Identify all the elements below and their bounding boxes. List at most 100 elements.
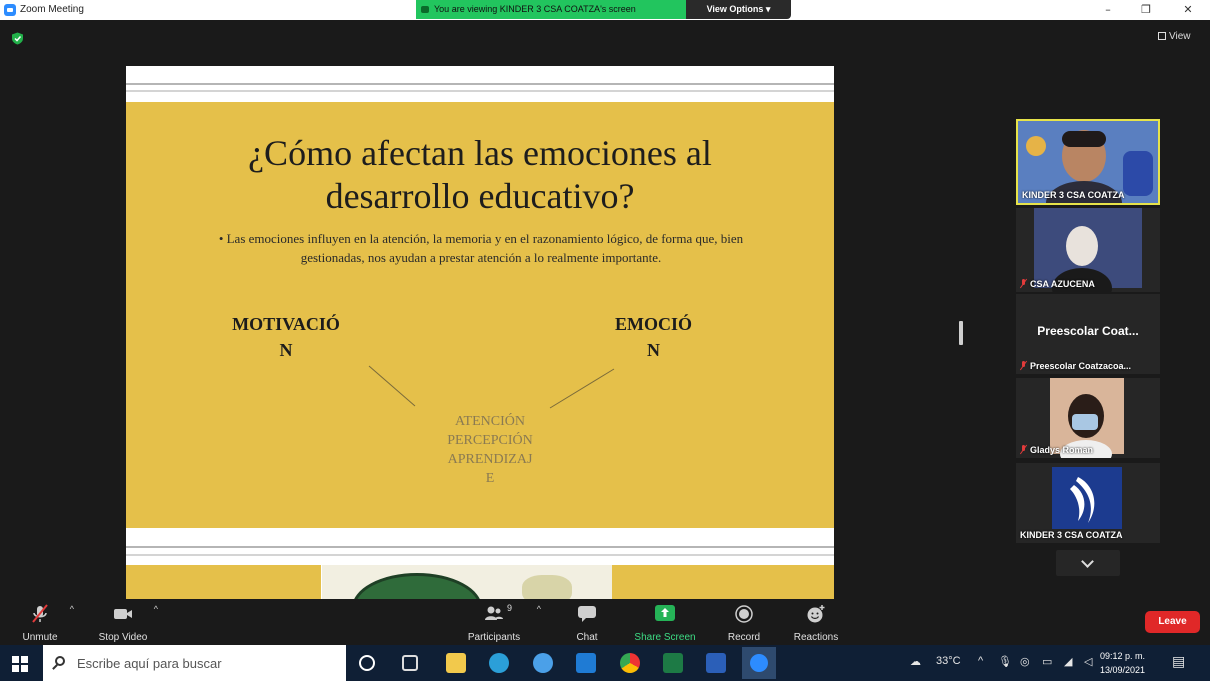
participant-name-text: Preescolar Coatzacoa...	[1030, 361, 1132, 371]
chevron-up-icon[interactable]: ^	[154, 604, 158, 614]
share-screen-icon	[655, 605, 675, 621]
participant-name: KINDER 3 CSA COATZA	[1022, 190, 1125, 200]
grid-view-icon	[1158, 32, 1166, 40]
view-options-button[interactable]: View Options ▾	[686, 0, 791, 19]
participant-name: Preescolar Coatzacoa...	[1020, 361, 1131, 371]
search-placeholder: Escribe aquí para buscar	[77, 656, 222, 671]
viewing-screen-text: You are viewing KINDER 3 CSA COATZA's sc…	[434, 4, 636, 14]
zoom-meeting-screen: Zoom Meeting – ❐ ✕ You are viewing KINDE…	[0, 0, 1210, 681]
participant-name: KINDER 3 CSA COATZA	[1020, 530, 1123, 540]
zoom-taskbar-icon[interactable]	[742, 647, 776, 679]
participant-display-name: Preescolar Coat...	[1037, 324, 1139, 338]
share-screen-button[interactable]: Share Screen	[634, 600, 696, 643]
notifications-icon[interactable]: ▤	[1172, 653, 1185, 670]
resize-handle[interactable]	[959, 321, 963, 345]
mail-icon[interactable]	[576, 653, 596, 673]
wifi-icon[interactable]: ◢	[1064, 655, 1072, 668]
file-explorer-icon[interactable]	[446, 653, 466, 673]
view-label: View	[1169, 31, 1191, 42]
chat-label: Chat	[576, 632, 598, 643]
location-icon[interactable]: ◎	[1020, 655, 1030, 668]
word-icon[interactable]	[706, 653, 726, 673]
windows-start-icon[interactable]	[12, 656, 28, 672]
shield-icon[interactable]	[11, 32, 24, 45]
temperature[interactable]: 33°C	[936, 655, 961, 667]
taskbar-search-box[interactable]: Escribe aquí para buscar	[43, 645, 346, 681]
connector-lines	[368, 365, 615, 409]
chat-bubble-icon	[578, 606, 596, 622]
windows-taskbar: Escribe aquí para buscar ☁ 33°C ^ 🎙 ◎ ▭ …	[0, 645, 1210, 681]
record-button[interactable]: Record	[726, 600, 762, 643]
slide-divider	[126, 546, 834, 548]
center-concepts: ATENCIÓN PERCEPCIÓN APRENDIZAJ E	[430, 412, 550, 488]
mic-muted-icon	[1020, 445, 1027, 454]
unmute-label: Unmute	[22, 632, 58, 643]
weather-icon[interactable]: ☁	[910, 655, 921, 668]
illustration-shape	[352, 573, 482, 599]
chevron-up-icon[interactable]: ^	[70, 604, 74, 614]
edge-browser-icon[interactable]	[489, 653, 509, 673]
close-icon[interactable]: ✕	[1176, 2, 1200, 18]
connector-line-right	[549, 368, 615, 409]
chrome-icon[interactable]	[620, 653, 640, 673]
task-view-icon[interactable]	[402, 655, 418, 671]
search-icon	[55, 656, 65, 666]
microphone-muted-icon	[32, 604, 48, 623]
chevron-up-icon[interactable]: ^	[537, 604, 541, 614]
maximize-icon[interactable]: ❐	[1134, 2, 1158, 18]
mic-muted-icon	[1020, 279, 1027, 288]
next-slide-image	[322, 565, 612, 599]
participant-name-text: Gladys Roman	[1030, 445, 1094, 455]
participant-tile[interactable]: KINDER 3 CSA COATZA	[1016, 463, 1160, 543]
smiley-icon	[807, 605, 825, 623]
unmute-button[interactable]: Unmute ^	[18, 600, 74, 643]
minimize-icon[interactable]: –	[1096, 2, 1120, 18]
center-line: ATENCIÓN	[455, 414, 525, 429]
zoom-app-icon	[4, 4, 16, 16]
participants-button[interactable]: 9 Participants ^	[465, 600, 541, 643]
center-line: PERCEPCIÓN	[447, 433, 533, 448]
participants-count: 9	[507, 603, 513, 613]
reactions-label: Reactions	[793, 632, 839, 643]
share-screen-label: Share Screen	[634, 632, 696, 643]
viewing-screen-banner: You are viewing KINDER 3 CSA COATZA's sc…	[416, 0, 686, 19]
illustration-shape	[522, 575, 572, 599]
participant-tile[interactable]: Gladys Roman	[1016, 378, 1160, 458]
participants-label: Participants	[467, 632, 521, 643]
microphone-tray-icon[interactable]: 🎙	[998, 655, 1012, 668]
screen-share-icon	[421, 6, 429, 13]
center-line: APRENDIZAJ	[447, 452, 533, 467]
record-label: Record	[727, 632, 761, 643]
participant-tile[interactable]: Preescolar Coat... Preescolar Coatzacoa.…	[1016, 294, 1160, 374]
shared-screen-slide: ¿Cómo afectan las emociones al desarroll…	[126, 66, 834, 599]
video-camera-icon	[114, 609, 132, 619]
excel-icon[interactable]	[663, 653, 683, 673]
reactions-button[interactable]: Reactions	[792, 600, 840, 643]
battery-icon[interactable]: ▭	[1042, 655, 1052, 668]
next-slide-background	[612, 565, 834, 599]
clock-date: 13/09/2021	[1100, 665, 1146, 675]
participant-name: CSA AZUCENA	[1020, 279, 1095, 289]
slide-divider	[126, 554, 834, 556]
participant-name: Gladys Roman	[1020, 445, 1093, 455]
cortana-icon[interactable]	[359, 655, 375, 671]
participants-icon	[485, 606, 503, 620]
tray-expand-icon[interactable]: ^	[978, 655, 983, 667]
volume-icon[interactable]: ◁	[1084, 655, 1092, 668]
center-line: E	[485, 471, 495, 486]
participant-tile[interactable]: CSA AZUCENA	[1016, 208, 1160, 292]
chat-button[interactable]: Chat	[572, 600, 602, 643]
system-clock[interactable]: 09:12 p. m. 13/09/2021	[1100, 649, 1145, 677]
window-title: Zoom Meeting	[20, 4, 84, 15]
view-button[interactable]: View	[1158, 31, 1191, 42]
leave-button[interactable]: Leave	[1145, 611, 1200, 633]
safari-icon[interactable]	[533, 653, 553, 673]
meeting-toolbar: Unmute ^ Stop Video ^ 9 Participants ^ C…	[0, 600, 1210, 644]
gallery-scroll-down-button[interactable]	[1056, 550, 1120, 576]
stop-video-label: Stop Video	[98, 632, 148, 643]
mic-muted-icon	[1020, 361, 1027, 370]
connector-line-left	[368, 365, 416, 407]
stop-video-button[interactable]: Stop Video ^	[96, 600, 158, 643]
record-icon	[735, 605, 753, 623]
participant-tile[interactable]: KINDER 3 CSA COATZA	[1016, 119, 1160, 205]
